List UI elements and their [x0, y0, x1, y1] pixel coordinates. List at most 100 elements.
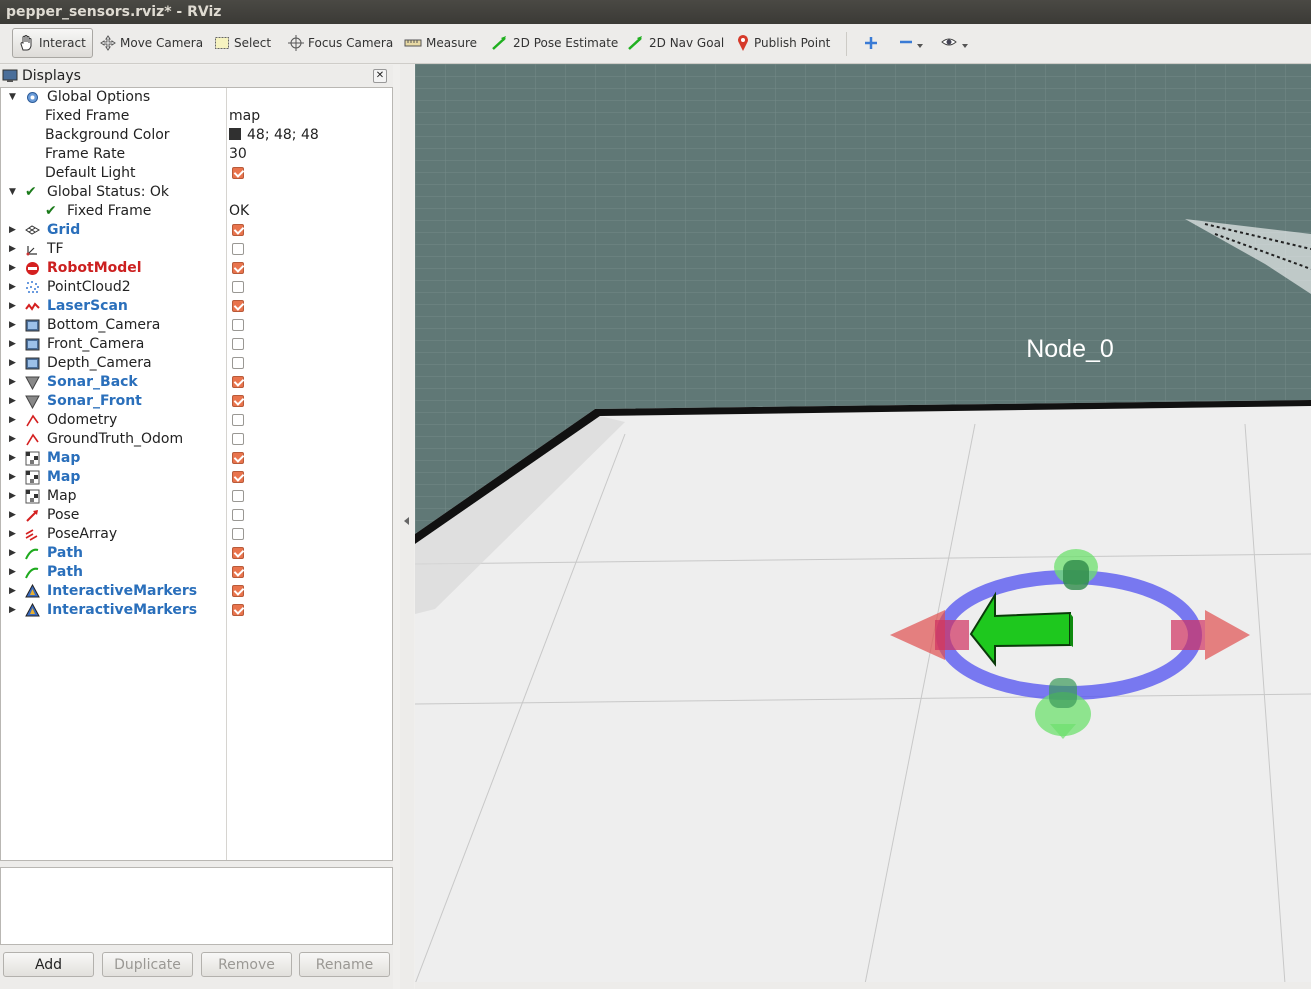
expand-right-icon[interactable]: ▶ — [9, 316, 19, 335]
display-item-tf[interactable]: ▶ TF — [1, 240, 392, 259]
publish-point-tool-label: Publish Point — [754, 36, 831, 50]
display-item-pose[interactable]: ▶ Pose — [1, 506, 392, 525]
expand-right-icon[interactable]: ▶ — [9, 335, 19, 354]
enable-checkbox[interactable] — [232, 414, 244, 426]
enable-checkbox[interactable] — [232, 357, 244, 369]
display-item-posearray[interactable]: ▶ PoseArray — [1, 525, 392, 544]
expand-right-icon[interactable]: ▶ — [9, 278, 19, 297]
global-status-row[interactable]: ▼ ✔ Global Status: Ok — [1, 183, 392, 202]
expand-down-icon[interactable]: ▼ — [9, 183, 19, 202]
enable-checkbox[interactable] — [232, 395, 244, 407]
remove-tool-dropdown[interactable] — [894, 28, 930, 58]
fixed-frame-value[interactable]: map — [229, 107, 260, 126]
display-item-groundtruth_odom[interactable]: ▶ GroundTruth_Odom — [1, 430, 392, 449]
display-item-sonar_back[interactable]: ▶ Sonar_Back — [1, 373, 392, 392]
enable-checkbox[interactable] — [232, 566, 244, 578]
status-child-row[interactable]: ✔ Fixed Frame OK — [1, 202, 392, 221]
rename-button[interactable]: Rename — [299, 952, 390, 977]
display-item-odometry[interactable]: ▶ Odometry — [1, 411, 392, 430]
enable-checkbox[interactable] — [232, 262, 244, 274]
default-light-checkbox[interactable] — [232, 167, 244, 179]
display-item-grid[interactable]: ▶ Grid — [1, 221, 392, 240]
expand-right-icon[interactable]: ▶ — [9, 221, 19, 240]
display-item-robotmodel[interactable]: ▶ RobotModel — [1, 259, 392, 278]
display-item-pointcloud2[interactable]: ▶ PointCloud2 — [1, 278, 392, 297]
enable-checkbox[interactable] — [232, 300, 244, 312]
background-color-value[interactable]: 48; 48; 48 — [229, 126, 319, 145]
panel-splitter[interactable] — [400, 64, 414, 989]
enable-checkbox[interactable] — [232, 585, 244, 597]
expand-right-icon[interactable]: ▶ — [9, 297, 19, 316]
expand-right-icon[interactable]: ▶ — [9, 506, 19, 525]
nav-goal-tool-button[interactable]: 2D Nav Goal — [623, 28, 728, 58]
display-item-map[interactable]: ▶ Map — [1, 449, 392, 468]
enable-checkbox[interactable] — [232, 281, 244, 293]
enable-checkbox[interactable] — [232, 528, 244, 540]
display-item-depth_camera[interactable]: ▶ Depth_Camera — [1, 354, 392, 373]
enable-checkbox[interactable] — [232, 471, 244, 483]
map-grid-icon — [25, 470, 40, 485]
display-item-sonar_front[interactable]: ▶ Sonar_Front — [1, 392, 392, 411]
add-button[interactable]: Add — [3, 952, 94, 977]
expand-right-icon[interactable]: ▶ — [9, 240, 19, 259]
property-row[interactable]: Fixed Frame map — [1, 107, 392, 126]
enable-checkbox[interactable] — [232, 509, 244, 521]
collapse-left-icon[interactable] — [403, 516, 411, 526]
3d-viewport[interactable]: Node_0 — [415, 64, 1311, 984]
enable-checkbox[interactable] — [232, 319, 244, 331]
expand-right-icon[interactable]: ▶ — [9, 582, 19, 601]
enable-checkbox[interactable] — [232, 224, 244, 236]
expand-right-icon[interactable]: ▶ — [9, 487, 19, 506]
expand-right-icon[interactable]: ▶ — [9, 468, 19, 487]
expand-right-icon[interactable]: ▶ — [9, 563, 19, 582]
expand-right-icon[interactable]: ▶ — [9, 449, 19, 468]
display-item-bottom_camera[interactable]: ▶ Bottom_Camera — [1, 316, 392, 335]
remove-button[interactable]: Remove — [201, 952, 292, 977]
interact-tool-button[interactable]: Interact — [12, 28, 93, 58]
property-row[interactable]: Frame Rate 30 — [1, 145, 392, 164]
enable-checkbox[interactable] — [232, 376, 244, 388]
enable-checkbox[interactable] — [232, 490, 244, 502]
add-tool-button[interactable] — [860, 28, 882, 58]
duplicate-button[interactable]: Duplicate — [102, 952, 193, 977]
enable-checkbox[interactable] — [232, 338, 244, 350]
expand-right-icon[interactable]: ▶ — [9, 430, 19, 449]
display-item-path[interactable]: ▶ Path — [1, 563, 392, 582]
display-item-path[interactable]: ▶ Path — [1, 544, 392, 563]
expand-right-icon[interactable]: ▶ — [9, 354, 19, 373]
expand-down-icon[interactable]: ▼ — [9, 88, 19, 107]
display-item-front_camera[interactable]: ▶ Front_Camera — [1, 335, 392, 354]
status-name: Fixed Frame — [67, 203, 152, 219]
display-item-interactivemarkers[interactable]: ▶ InteractiveMarkers — [1, 601, 392, 620]
pose-estimate-tool-button[interactable]: 2D Pose Estimate — [487, 28, 622, 58]
enable-checkbox[interactable] — [232, 433, 244, 445]
expand-right-icon[interactable]: ▶ — [9, 601, 19, 620]
display-item-interactivemarkers[interactable]: ▶ InteractiveMarkers — [1, 582, 392, 601]
global-options-row[interactable]: ▼ Global Options — [1, 88, 392, 107]
property-row[interactable]: Default Light — [1, 164, 392, 183]
expand-right-icon[interactable]: ▶ — [9, 259, 19, 278]
display-item-map[interactable]: ▶ Map — [1, 487, 392, 506]
pose-array-icon — [25, 529, 38, 541]
publish-point-tool-button[interactable]: Publish Point — [732, 28, 834, 58]
focus-camera-tool-button[interactable]: Focus Camera — [284, 28, 397, 58]
enable-checkbox[interactable] — [232, 452, 244, 464]
panels-visibility-dropdown[interactable] — [936, 28, 974, 58]
display-item-map[interactable]: ▶ Map — [1, 468, 392, 487]
enable-checkbox[interactable] — [232, 547, 244, 559]
expand-right-icon[interactable]: ▶ — [9, 373, 19, 392]
enable-checkbox[interactable] — [232, 604, 244, 616]
expand-right-icon[interactable]: ▶ — [9, 525, 19, 544]
scene-canvas[interactable]: Node_0 — [415, 64, 1311, 984]
select-tool-button[interactable]: Select — [210, 28, 275, 58]
move-camera-tool-button[interactable]: Move Camera — [96, 28, 207, 58]
expand-right-icon[interactable]: ▶ — [9, 392, 19, 411]
close-panel-button[interactable]: ✕ — [373, 69, 387, 83]
expand-right-icon[interactable]: ▶ — [9, 411, 19, 430]
enable-checkbox[interactable] — [232, 243, 244, 255]
property-row[interactable]: Background Color 48; 48; 48 — [1, 126, 392, 145]
frame-rate-value[interactable]: 30 — [229, 145, 247, 164]
display-item-laserscan[interactable]: ▶ LaserScan — [1, 297, 392, 316]
measure-tool-button[interactable]: Measure — [400, 28, 481, 58]
expand-right-icon[interactable]: ▶ — [9, 544, 19, 563]
